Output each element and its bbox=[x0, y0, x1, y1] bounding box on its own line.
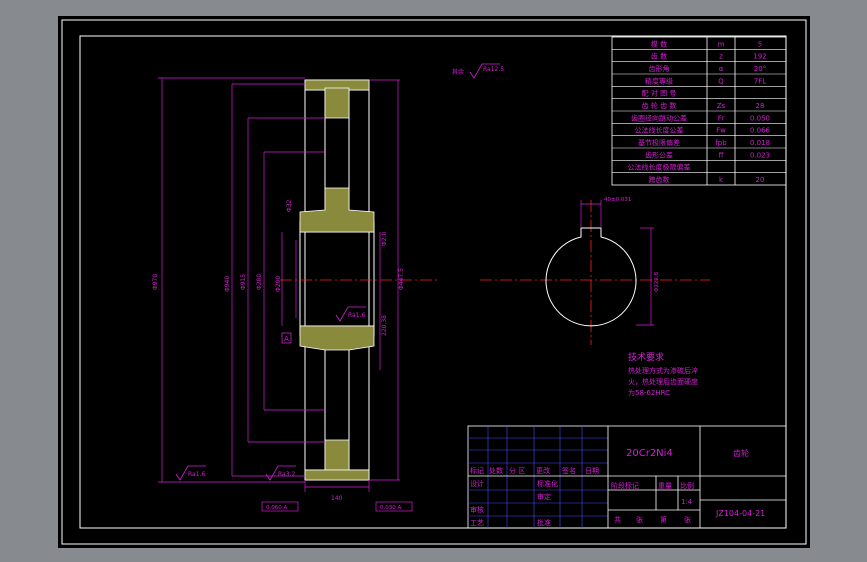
notes-line-2: 火，热处理后齿面硬度 bbox=[628, 377, 698, 386]
tb-header-3: 更改 bbox=[536, 466, 550, 475]
param-sym-0: m bbox=[718, 40, 725, 48]
param-label-7: 公法线长度公差 bbox=[635, 126, 684, 135]
param-value-0: 5 bbox=[758, 40, 762, 48]
tb-stage-1: 重量 bbox=[658, 482, 672, 490]
dim-rib: Φ32 bbox=[286, 199, 293, 212]
ra-other: Ra12.5 bbox=[483, 66, 504, 73]
param-value-1: 192 bbox=[753, 53, 766, 61]
param-value-6: 0.050 bbox=[750, 114, 770, 122]
param-label-3: 精度等级 bbox=[645, 76, 673, 85]
tb-header-0: 标记 bbox=[470, 466, 484, 475]
dim-right: Φ447.5 bbox=[398, 268, 405, 290]
tb-sheet-1: 张 bbox=[636, 515, 643, 524]
param-value-8: 0.018 bbox=[750, 139, 770, 147]
tb-material: 20Cr2Ni4 bbox=[626, 448, 673, 459]
param-value-7: 0.066 bbox=[750, 127, 771, 135]
param-sym-9: ff bbox=[719, 151, 724, 159]
tb-left-2: 工艺 bbox=[470, 519, 484, 527]
tb-part-name: 齿轮 bbox=[733, 448, 749, 458]
param-sym-3: Q bbox=[718, 77, 724, 85]
dim-keyway: 220.38 bbox=[381, 315, 388, 336]
ra-face: Ra1.6 bbox=[188, 471, 205, 478]
tb-header-1: 处数 bbox=[489, 466, 503, 475]
tb-left-0: 设计 bbox=[470, 479, 484, 488]
param-label-1: 齿 数 bbox=[651, 52, 667, 61]
notes-line-1: 热处理方式为渗碳后淬 bbox=[628, 366, 698, 375]
tb-header-2: 分 区 bbox=[509, 466, 525, 475]
tb-mid-2: 批准 bbox=[537, 518, 551, 527]
tb-sheet-2: 第 bbox=[660, 515, 667, 524]
tb-sheet-0: 共 bbox=[614, 515, 621, 524]
dim-key-depth: Φ222.8 bbox=[654, 271, 660, 292]
tb-scale: 1:4 bbox=[681, 498, 693, 506]
tb-left-1: 审核 bbox=[470, 505, 484, 514]
param-label-2: 齿形角 bbox=[649, 64, 670, 73]
tb-stage-2: 比例 bbox=[680, 481, 694, 490]
ra-hub: Ra3.2 bbox=[278, 471, 295, 478]
dim-tip: Φ940 bbox=[224, 276, 231, 292]
tb-mid-0: 标准化 bbox=[537, 479, 558, 488]
param-value-3: 7FL bbox=[754, 77, 766, 85]
param-sym-1: z bbox=[719, 53, 723, 61]
dim-root: Φ915 bbox=[240, 274, 247, 290]
param-label-9: 齿形公差 bbox=[645, 150, 673, 159]
tb-header-5: 日期 bbox=[585, 467, 599, 475]
svg-text:0.030 A: 0.030 A bbox=[380, 505, 401, 511]
param-label-10: 公法线长度极限偏差 bbox=[628, 163, 691, 172]
param-label-8: 基节极限偏差 bbox=[638, 138, 680, 147]
param-label-6: 齿圈径向跳动公差 bbox=[631, 113, 687, 122]
param-sym-7: Fw bbox=[716, 127, 726, 135]
param-value-5: 28 bbox=[756, 102, 765, 110]
param-value-9: 0.023 bbox=[750, 151, 770, 159]
datum-label: A bbox=[284, 335, 289, 343]
dim-bore: Φ200 bbox=[275, 276, 282, 292]
dim-key-width: 40±0.031 bbox=[604, 197, 631, 203]
dim-overall: Φ970 bbox=[152, 274, 159, 290]
dim-face-width: 140 bbox=[331, 495, 343, 502]
tb-header-4: 签名 bbox=[562, 466, 576, 475]
cad-drawing-canvas[interactable]: Φ970 Φ940 Φ915 Φ280 Φ200 220.38 Φ447.5 Φ… bbox=[0, 0, 867, 562]
param-value-11: 20 bbox=[756, 176, 765, 184]
param-sym-8: fpb bbox=[715, 139, 727, 147]
notes-line-3: 为58-62HRC bbox=[628, 388, 670, 397]
tb-sheet-3: 张 bbox=[684, 515, 691, 524]
param-label-0: 模 数 bbox=[651, 39, 667, 48]
notes-title: 技术要求 bbox=[628, 351, 664, 363]
rest-label: 其余 bbox=[452, 68, 464, 76]
tb-stage-0: 阶段标记 bbox=[611, 481, 639, 490]
ra-bore: Ra1.6 bbox=[348, 312, 365, 319]
param-label-4: 配 对 图 号 bbox=[642, 89, 677, 98]
dim-hub-width: Φ2.0 bbox=[381, 232, 388, 246]
param-sym-6: Fr bbox=[718, 114, 725, 122]
drawing-sheet bbox=[58, 16, 810, 548]
param-sym-5: Zs bbox=[717, 102, 726, 110]
dim-hub-outer: Φ280 bbox=[256, 274, 263, 290]
svg-text:0.060 A: 0.060 A bbox=[266, 505, 287, 511]
param-label-5: 齿 轮 齿 数 bbox=[642, 101, 677, 110]
tb-drawing-no: JZ104-04-21 bbox=[715, 509, 765, 518]
param-sym-2: α bbox=[719, 65, 724, 73]
tb-mid-1: 审定 bbox=[537, 492, 551, 501]
param-value-2: 20° bbox=[754, 65, 766, 73]
param-label-11: 跨齿数 bbox=[649, 175, 670, 184]
